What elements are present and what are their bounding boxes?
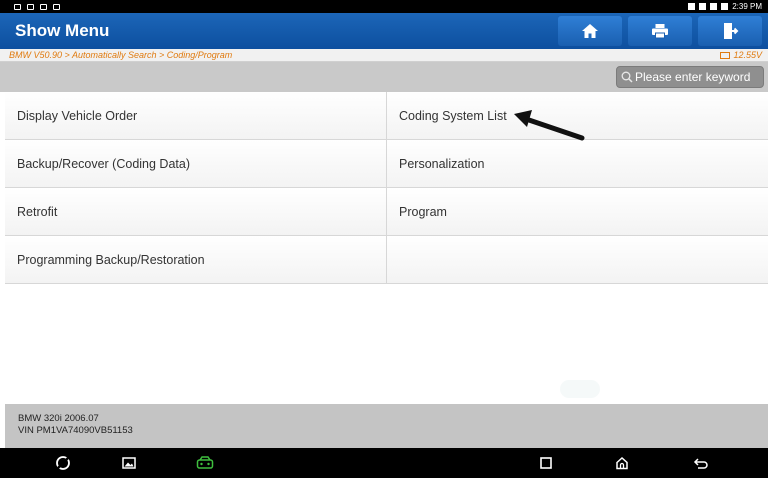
back-button[interactable] bbox=[692, 455, 710, 471]
battery-icon bbox=[721, 3, 729, 10]
notification-icons bbox=[14, 3, 60, 10]
menu-item-program[interactable]: Program bbox=[386, 188, 768, 235]
notification-icon bbox=[53, 3, 60, 10]
menu-item-display-vehicle-order[interactable]: Display Vehicle Order bbox=[5, 92, 386, 139]
notification-icon bbox=[14, 3, 21, 10]
bluetooth-icon bbox=[699, 3, 707, 10]
recent-apps-icon bbox=[540, 457, 552, 469]
voltage-value: 12.55V bbox=[733, 50, 762, 60]
notification-icon bbox=[40, 3, 47, 10]
home-icon bbox=[582, 24, 598, 38]
vehicle-info-bar: BMW 320i 2006.07 VIN PM1VA74090VB51153 bbox=[5, 404, 768, 448]
menu-item-personalization[interactable]: Personalization bbox=[386, 140, 768, 187]
exit-icon bbox=[724, 23, 739, 39]
search-bar: Please enter keyword bbox=[0, 62, 768, 92]
system-status-bar: 2:39 PM bbox=[0, 0, 768, 13]
browser-icon bbox=[56, 456, 70, 470]
search-input[interactable]: Please enter keyword bbox=[616, 66, 764, 88]
back-icon bbox=[693, 458, 708, 469]
printer-icon bbox=[652, 24, 668, 39]
wifi-icon bbox=[710, 3, 718, 10]
app-header: Show Menu bbox=[0, 13, 768, 49]
menu-row: Display Vehicle Order Coding System List bbox=[5, 92, 768, 140]
vehicle-diagnostic-icon bbox=[196, 456, 214, 469]
diagnostic-app-button[interactable] bbox=[196, 455, 214, 471]
menu-item-empty bbox=[386, 236, 768, 283]
watermark bbox=[560, 380, 600, 398]
battery-voltage-icon bbox=[720, 51, 731, 59]
menu-item-programming-backup-restoration[interactable]: Programming Backup/Restoration bbox=[5, 236, 386, 283]
android-nav-bar bbox=[0, 448, 768, 478]
voltage-indicator: 12.55V bbox=[720, 50, 762, 60]
menu-item-retrofit[interactable]: Retrofit bbox=[5, 188, 386, 235]
menu-grid: Display Vehicle Order Coding System List… bbox=[5, 92, 768, 284]
gallery-button[interactable] bbox=[120, 455, 138, 471]
status-time: 2:39 PM bbox=[732, 2, 762, 11]
recent-apps-button[interactable] bbox=[537, 455, 555, 471]
menu-row: Retrofit Program bbox=[5, 188, 768, 236]
notification-icon bbox=[27, 3, 34, 10]
print-button[interactable] bbox=[628, 16, 692, 46]
system-tray: 2:39 PM bbox=[688, 2, 762, 11]
vehicle-model: BMW 320i 2006.07 bbox=[18, 413, 99, 424]
page-title: Show Menu bbox=[15, 21, 110, 40]
browser-button[interactable] bbox=[54, 455, 72, 471]
menu-item-backup-recover[interactable]: Backup/Recover (Coding Data) bbox=[5, 140, 386, 187]
home-button[interactable] bbox=[558, 16, 622, 46]
android-home-button[interactable] bbox=[613, 455, 631, 471]
search-icon bbox=[621, 71, 633, 83]
breadcrumb: BMW V50.90 > Automatically Search > Codi… bbox=[9, 50, 233, 60]
android-home-icon bbox=[616, 456, 628, 470]
menu-row: Backup/Recover (Coding Data) Personaliza… bbox=[5, 140, 768, 188]
gallery-icon bbox=[122, 457, 136, 469]
search-placeholder: Please enter keyword bbox=[635, 70, 751, 84]
pointer-arrow-icon bbox=[514, 110, 585, 141]
vehicle-vin: VIN PM1VA74090VB51153 bbox=[18, 425, 133, 436]
menu-row: Programming Backup/Restoration bbox=[5, 236, 768, 284]
exit-button[interactable] bbox=[698, 16, 762, 46]
signal-icon bbox=[688, 3, 696, 10]
breadcrumb-bar: BMW V50.90 > Automatically Search > Codi… bbox=[0, 49, 768, 62]
